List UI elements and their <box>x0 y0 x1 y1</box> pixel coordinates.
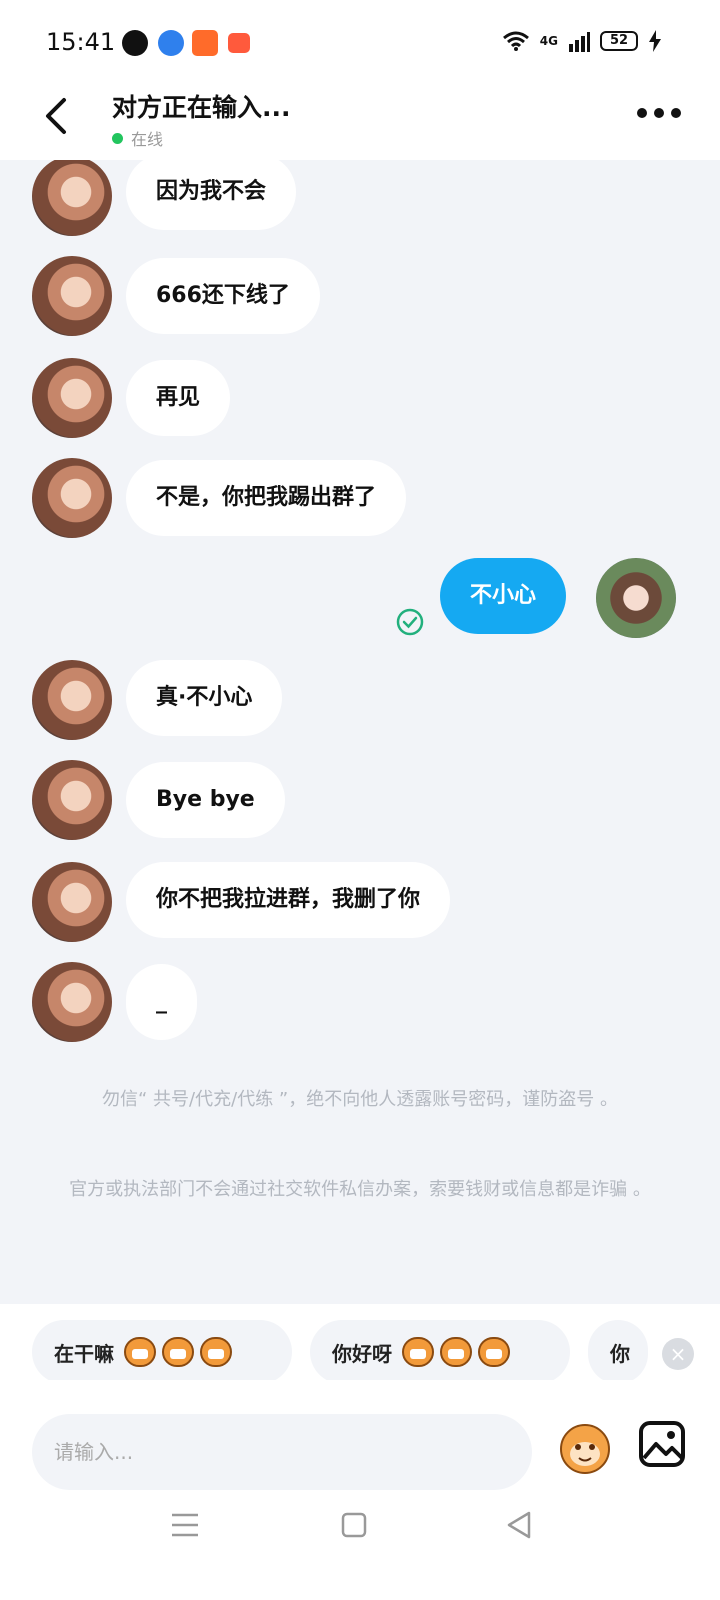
status-right: 4G 52 <box>502 30 662 52</box>
status-time: 15:41 <box>46 28 116 56</box>
message-bubble[interactable]: 因为我不会 <box>126 160 297 230</box>
menu-nav-icon[interactable] <box>170 1512 200 1538</box>
chat-bubble-icon <box>122 30 148 56</box>
quick-reply-label: 你 <box>610 1341 630 1366</box>
contact-avatar[interactable] <box>32 358 112 438</box>
back-arrow-icon[interactable] <box>38 92 78 142</box>
close-suggestions-icon[interactable]: × <box>662 1338 694 1370</box>
app-notification-icon <box>192 30 218 56</box>
quick-reply-chip[interactable]: 你 <box>588 1320 648 1384</box>
wifi-icon <box>502 31 529 51</box>
message-bubble[interactable]: 你不把我拉进群，我删了你 <box>126 862 451 938</box>
contact-avatar[interactable] <box>32 256 112 336</box>
read-check-icon <box>396 608 424 636</box>
smile-emoji-icon <box>402 1337 434 1367</box>
contact-avatar[interactable] <box>32 160 112 236</box>
quick-reply-bar: 在干嘛 你好呀 你 <box>0 1304 720 1384</box>
quick-reply-chip[interactable]: 在干嘛 <box>32 1320 292 1384</box>
online-status: 在线 <box>112 126 163 150</box>
sticker-emoji-icon[interactable] <box>556 1418 614 1476</box>
quick-reply-chip[interactable]: 你好呀 <box>310 1320 570 1384</box>
battery-indicator: 52 <box>600 31 638 51</box>
contact-avatar[interactable] <box>32 458 112 538</box>
back-nav-icon[interactable] <box>504 1510 534 1540</box>
contact-avatar[interactable] <box>32 862 112 942</box>
contact-avatar[interactable] <box>32 660 112 740</box>
system-nav-bar <box>0 1500 720 1600</box>
signal-icon <box>569 32 590 52</box>
online-dot-icon <box>112 132 123 144</box>
message-input[interactable] <box>32 1414 532 1490</box>
chat-title: 对方正在输入... <box>112 93 291 122</box>
network-label: 4G <box>539 34 558 48</box>
chat-message-list[interactable]: 因为我不会 666还下线了 再见 不是，你把我踢出群了 不小心 真·不小心 By… <box>0 160 720 1304</box>
contact-avatar[interactable] <box>32 962 112 1042</box>
online-status-label: 在线 <box>131 130 164 149</box>
security-notice-1: 勿信“ 共号/代充/代练 ”，绝不向他人透露账号密码，谨防盗号 。 <box>102 1089 618 1110</box>
message-bubble[interactable]: 再见 <box>126 360 231 436</box>
message-bubble[interactable]: 真·不小心 <box>126 660 283 736</box>
smile-emoji-icon <box>478 1337 510 1367</box>
quick-reply-label: 在干嘛 <box>54 1341 114 1366</box>
home-nav-icon[interactable] <box>340 1511 368 1539</box>
message-bubble[interactable]: _ <box>126 964 197 1040</box>
message-bubble[interactable]: 666还下线了 <box>126 258 320 334</box>
image-picker-icon[interactable] <box>638 1420 686 1468</box>
grin-emoji-icon <box>162 1337 194 1367</box>
browser-icon <box>158 30 184 56</box>
more-options-icon[interactable] <box>634 98 684 128</box>
message-bubble[interactable]: 不是，你把我踢出群了 <box>126 460 407 536</box>
grin-emoji-icon <box>200 1337 232 1367</box>
my-message-bubble[interactable]: 不小心 <box>440 558 567 634</box>
message-bubble[interactable]: Bye bye <box>126 762 285 838</box>
my-avatar[interactable] <box>596 558 676 638</box>
status-bar: 15:41 4G 52 <box>0 0 720 88</box>
contact-avatar[interactable] <box>32 760 112 840</box>
security-notice-2: 官方或执法部门不会通过社交软件私信办案，索要钱财或信息都是诈骗 。 <box>69 1179 651 1200</box>
game-icon <box>228 33 250 53</box>
chat-header: 对方正在输入... 在线 <box>0 88 720 160</box>
grin-emoji-icon <box>124 1337 156 1367</box>
smile-emoji-icon <box>440 1337 472 1367</box>
quick-reply-label: 你好呀 <box>332 1341 392 1366</box>
charging-icon <box>649 30 661 52</box>
